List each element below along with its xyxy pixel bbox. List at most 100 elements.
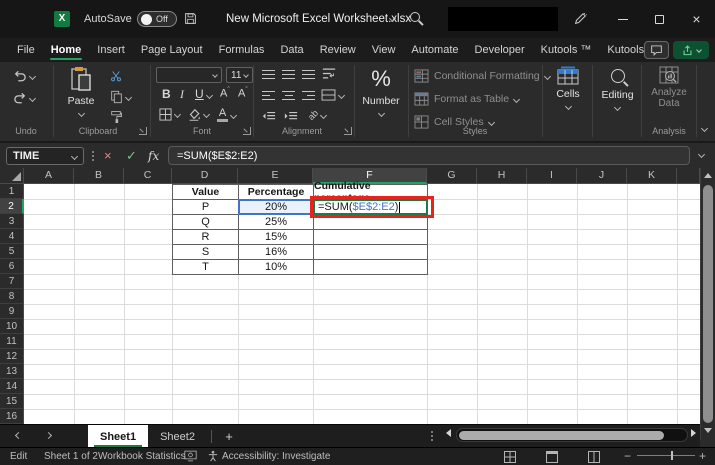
column-header-H[interactable]: H [477, 168, 527, 184]
row-header-13[interactable]: 13 [0, 364, 24, 379]
column-header-partial[interactable] [677, 168, 700, 184]
column-header-K[interactable]: K [627, 168, 677, 184]
worksheet-grid[interactable]: A B C D E F G H I J K 1 2 3 4 5 6 7 8 9 10 11 12 13 14 15 16 Value P… [0, 168, 700, 425]
align-right-icon[interactable] [302, 91, 315, 101]
decrease-indent-button[interactable] [262, 111, 276, 122]
comments-button[interactable] [644, 41, 669, 59]
format-painter-button[interactable] [110, 110, 122, 124]
cell-D2[interactable]: P [172, 199, 239, 215]
row-header-7[interactable]: 7 [0, 274, 24, 289]
conditional-formatting-button[interactable]: Conditional Formatting [414, 69, 551, 83]
clipboard-dialog-launcher[interactable] [139, 127, 147, 135]
accessibility-icon[interactable] [207, 450, 219, 465]
cell-E4[interactable]: 15% [238, 229, 314, 245]
format-as-table-button[interactable]: Format as Table [414, 92, 521, 106]
cell-F4[interactable] [313, 229, 428, 245]
wrap-text-button[interactable] [322, 67, 336, 80]
redo-button[interactable] [13, 92, 37, 104]
close-button[interactable]: × [680, 3, 713, 35]
row-header-12[interactable]: 12 [0, 349, 24, 364]
decrease-font-size-button[interactable]: Aˇ [238, 87, 248, 100]
add-sheet-button[interactable]: + [220, 427, 238, 445]
cell-F5[interactable] [313, 244, 428, 260]
row-header-1[interactable]: 1 [0, 184, 24, 199]
tab-developer[interactable]: Developer [474, 44, 526, 56]
sheet-tab-sheet1[interactable]: Sheet1 [88, 425, 149, 448]
column-header-B[interactable]: B [74, 168, 124, 184]
display-settings-icon[interactable] [184, 450, 197, 465]
expand-formula-bar-icon[interactable] [697, 150, 706, 159]
workbook-statistics-button[interactable]: Workbook Statistics [98, 451, 186, 462]
row-header-8[interactable]: 8 [0, 289, 24, 304]
cut-button[interactable] [110, 70, 122, 82]
scroll-down-icon[interactable] [704, 428, 712, 433]
align-middle-icon[interactable] [282, 70, 295, 80]
search-icon[interactable] [410, 12, 420, 22]
cell-F3[interactable] [313, 214, 428, 230]
tab-page-layout[interactable]: Page Layout [140, 44, 204, 56]
table-header-F[interactable]: Cumulative percentage [313, 180, 428, 204]
column-header-C[interactable]: C [124, 168, 172, 184]
row-header-4[interactable]: 4 [0, 229, 24, 244]
insert-function-button[interactable]: fx [148, 147, 159, 165]
zoom-slider-thumb[interactable] [671, 451, 673, 460]
scroll-up-icon[interactable] [704, 173, 712, 178]
column-header-J[interactable]: J [577, 168, 627, 184]
column-header-G[interactable]: G [427, 168, 477, 184]
editing-mode-pencil-icon[interactable] [573, 12, 587, 26]
collapse-ribbon-icon[interactable] [700, 124, 709, 133]
maximize-button[interactable] [643, 3, 676, 35]
zoom-slider-track[interactable] [637, 455, 695, 456]
align-bottom-icon[interactable] [302, 70, 315, 80]
vertical-scrollbar-thumb[interactable] [703, 185, 713, 423]
cell-D6[interactable]: T [172, 259, 239, 275]
row-header-15[interactable]: 15 [0, 394, 24, 409]
increase-indent-button[interactable] [284, 111, 298, 122]
align-left-icon[interactable] [262, 91, 275, 101]
normal-view-icon[interactable] [504, 451, 516, 463]
next-sheet-icon[interactable] [44, 431, 53, 440]
cell-D3[interactable]: Q [172, 214, 239, 230]
copy-button[interactable] [110, 90, 133, 104]
row-header-2[interactable]: 2 [0, 199, 24, 214]
formula-input[interactable]: =SUM($E$2:E2) [168, 146, 690, 165]
accessibility-status[interactable]: Accessibility: Investigate [222, 451, 330, 462]
editing-button[interactable]: Editing [595, 66, 640, 136]
alignment-dialog-launcher[interactable] [344, 127, 352, 135]
name-box[interactable]: TIME [6, 147, 84, 165]
tab-data[interactable]: Data [279, 44, 304, 56]
column-header-E[interactable]: E [238, 168, 313, 184]
font-name-combo[interactable] [156, 67, 222, 83]
font-size-combo[interactable]: 11 [226, 67, 253, 83]
minimize-button[interactable] [606, 3, 639, 35]
cell-F2-formula[interactable]: =SUM($E$2:E2) [313, 199, 428, 215]
document-title[interactable]: New Microsoft Excel Worksheet.xlsx [226, 13, 411, 25]
align-center-icon[interactable] [282, 91, 295, 101]
tab-kutools[interactable]: Kutools ™ [540, 44, 593, 56]
bold-button[interactable]: B [162, 87, 171, 101]
select-all-corner[interactable] [0, 168, 24, 184]
sheetbar-grip[interactable] [431, 431, 433, 433]
number-format-button[interactable]: % Number [356, 66, 406, 136]
horizontal-scrollbar-thumb[interactable] [459, 430, 664, 440]
enter-button[interactable]: ✓ [126, 147, 137, 165]
tab-view[interactable]: View [371, 44, 397, 56]
tab-automate[interactable]: Automate [410, 44, 459, 56]
previous-sheet-icon[interactable] [14, 431, 23, 440]
share-button[interactable] [673, 41, 709, 59]
borders-button[interactable] [159, 108, 182, 121]
hscroll-right-icon[interactable] [691, 429, 696, 437]
hscroll-left-icon[interactable] [446, 429, 451, 437]
save-icon[interactable] [184, 12, 197, 25]
underline-dropdown-icon[interactable] [205, 91, 214, 100]
fill-color-button[interactable] [187, 108, 211, 121]
row-header-11[interactable]: 11 [0, 334, 24, 349]
cell-D4[interactable]: R [172, 229, 239, 245]
sheet-tab-sheet2[interactable]: Sheet2 [148, 425, 207, 448]
orientation-button[interactable]: ab [306, 108, 328, 122]
column-header-D[interactable]: D [172, 168, 238, 184]
zoom-in-button[interactable]: + [699, 449, 706, 463]
row-header-14[interactable]: 14 [0, 379, 24, 394]
cancel-button[interactable]: × [104, 147, 112, 165]
tab-formulas[interactable]: Formulas [218, 44, 266, 56]
